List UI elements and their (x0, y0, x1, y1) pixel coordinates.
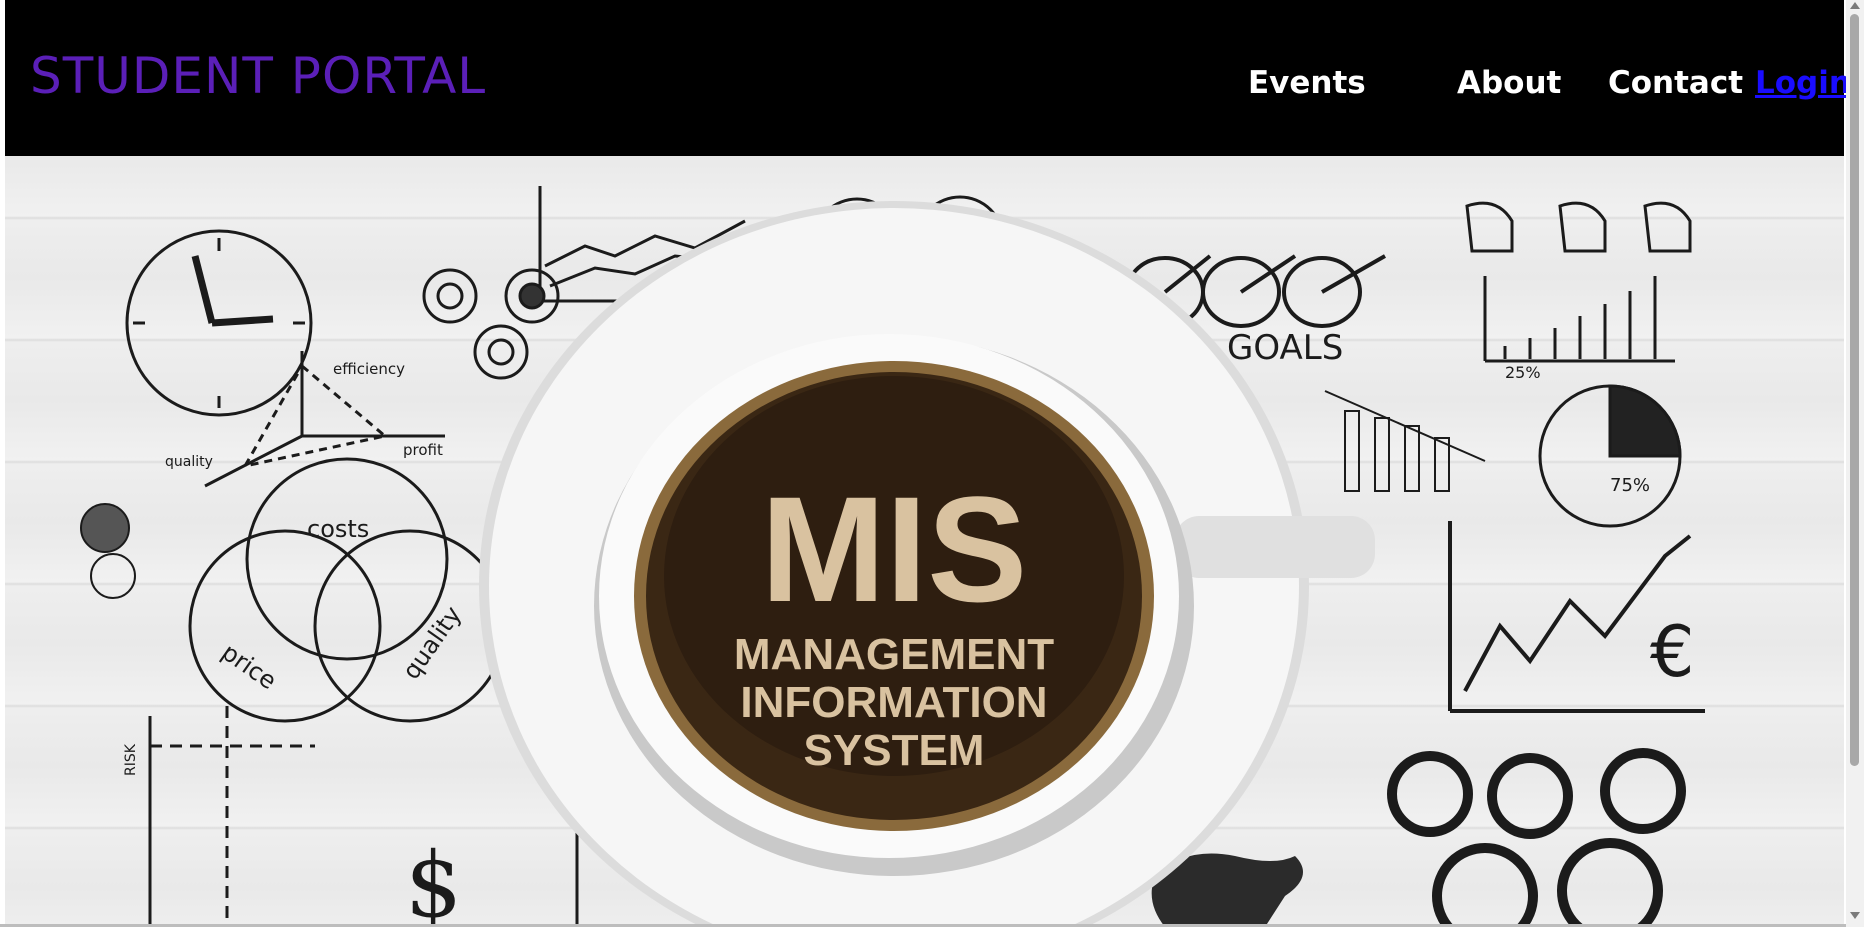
gears-icon (1387, 748, 1686, 927)
scroll-down-arrow-icon[interactable] (1850, 912, 1860, 919)
scrollbar-thumb[interactable] (1850, 14, 1859, 766)
bar-chart-sketch-icon (1483, 276, 1675, 363)
scroll-up-arrow-icon[interactable] (1850, 2, 1860, 9)
pie-chart-icon (1538, 384, 1682, 528)
quality-axis-label: quality (165, 454, 213, 470)
costs-label: costs (307, 515, 369, 543)
risk-label: RISK (123, 743, 139, 776)
small-pie-charts-icon (80, 503, 136, 599)
mis-title: MIS (761, 465, 1028, 633)
nav-link-events[interactable]: Events (1248, 64, 1366, 102)
goals-label: GOALS (1227, 328, 1343, 368)
nav-link-login[interactable]: Login (1755, 64, 1851, 102)
top-navbar: STUDENT PORTAL Events About Contact Logi… (5, 0, 1851, 156)
venn-diagram-icon (188, 457, 507, 723)
nav-link-about[interactable]: About (1457, 64, 1561, 102)
mis-line-3: SYSTEM (804, 726, 985, 775)
mis-line-1: MANAGEMENT (734, 630, 1054, 679)
mis-line-2: INFORMATION (740, 678, 1047, 727)
pct-25-label: 25% (1505, 363, 1541, 382)
axes-sketch-icon (204, 351, 445, 488)
pct-75-label: 75% (1610, 475, 1650, 496)
vertical-scrollbar[interactable] (1846, 0, 1864, 927)
hero-illustration: efficiency profit quality costs price qu… (80, 186, 1705, 927)
nav-link-contact[interactable]: Contact (1608, 64, 1743, 102)
clock-icon (125, 229, 313, 417)
profit-label: profit (403, 441, 443, 459)
site-title: STUDENT PORTAL (30, 47, 487, 105)
idea-heads-icon (1465, 201, 1692, 253)
page: STUDENT PORTAL Events About Contact Logi… (0, 0, 1864, 927)
efficiency-label: efficiency (333, 360, 405, 378)
falling-bars-icon (1324, 390, 1486, 492)
price-label: price (217, 638, 282, 695)
hero-banner-image: efficiency profit quality costs price qu… (5, 156, 1844, 927)
euro-sign-label: € (1650, 611, 1695, 693)
risk-chart-icon (148, 706, 579, 927)
donut-charts-icon (422, 268, 560, 380)
dollar-sign-label: $ (405, 833, 462, 927)
